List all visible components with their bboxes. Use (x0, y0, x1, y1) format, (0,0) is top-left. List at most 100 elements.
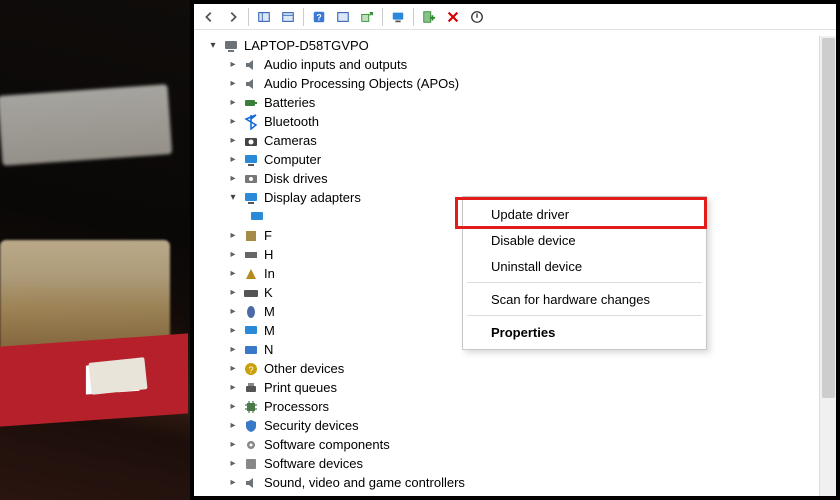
shield-icon (242, 418, 260, 434)
expand-icon[interactable]: ▸ (226, 248, 240, 262)
expand-icon[interactable]: ▸ (226, 58, 240, 72)
toolbar-separator (303, 8, 304, 26)
expand-icon[interactable]: ▸ (226, 153, 240, 167)
item-label: Other devices (264, 359, 344, 378)
expand-icon[interactable]: ▸ (226, 419, 240, 433)
uninstall-button[interactable] (442, 7, 464, 27)
item-label: F (264, 226, 272, 245)
expand-icon[interactable]: ▸ (226, 457, 240, 471)
ctx-update-driver[interactable]: Update driver (465, 201, 704, 227)
item-label: Sound, video and game controllers (264, 473, 465, 492)
action-pane-button[interactable] (253, 7, 275, 27)
toolbar: ? (194, 4, 836, 30)
item-label: M (264, 321, 275, 340)
expand-icon[interactable]: ▸ (226, 77, 240, 91)
tree-item-batteries[interactable]: ▸ Batteries (206, 93, 819, 112)
bg-papers (0, 84, 172, 166)
item-label: Disk drives (264, 169, 328, 188)
item-label: H (264, 245, 273, 264)
generic-icon (242, 247, 260, 263)
expand-icon[interactable]: ▸ (226, 362, 240, 376)
item-label: Audio Processing Objects (APOs) (264, 74, 459, 93)
expand-icon[interactable]: ▸ (226, 134, 240, 148)
desktop-background: PL (0, 0, 190, 500)
item-label: Bluetooth (264, 112, 319, 131)
expand-icon[interactable]: ▸ (226, 400, 240, 414)
expand-icon[interactable]: ▸ (226, 495, 240, 497)
tree-item-diskdrives[interactable]: ▸ Disk drives (206, 169, 819, 188)
tree-item-software-devices[interactable]: ▸ Software devices (206, 454, 819, 473)
expand-icon[interactable]: ▾ (226, 191, 240, 205)
network-icon (242, 342, 260, 358)
expand-icon[interactable]: ▸ (226, 438, 240, 452)
item-label: Processors (264, 397, 329, 416)
ctx-uninstall-device[interactable]: Uninstall device (465, 253, 704, 279)
tree-item-other-devices[interactable]: ▸ ? Other devices (206, 359, 819, 378)
item-label (270, 207, 274, 226)
properties-button[interactable] (332, 7, 354, 27)
expand-icon[interactable]: ▸ (226, 267, 240, 281)
expand-icon[interactable]: ▸ (226, 172, 240, 186)
monitor-icon (242, 323, 260, 339)
ctx-item-label: Uninstall device (491, 259, 582, 274)
computer-icon (222, 38, 240, 54)
help-button[interactable]: ? (308, 7, 330, 27)
expand-icon[interactable]: ▸ (226, 476, 240, 490)
ctx-separator (467, 315, 702, 316)
storage-icon (242, 494, 260, 497)
svg-text:?: ? (248, 365, 253, 375)
expand-icon[interactable]: ▸ (226, 229, 240, 243)
expand-icon[interactable]: ▾ (206, 39, 220, 53)
tree-item-bluetooth[interactable]: ▸ Bluetooth (206, 112, 819, 131)
expand-icon[interactable]: ▸ (226, 115, 240, 129)
expand-icon[interactable]: ▸ (226, 324, 240, 338)
speaker-icon (242, 475, 260, 491)
ctx-separator (467, 282, 702, 283)
gear-icon (242, 437, 260, 453)
tree-item-print-queues[interactable]: ▸ Print queues (206, 378, 819, 397)
camera-icon (242, 133, 260, 149)
tree-root[interactable]: ▾ LAPTOP-D58TGVPO (206, 36, 819, 55)
item-label: Security devices (264, 416, 359, 435)
item-label: Storage controllers (264, 492, 373, 496)
toolbar-separator (382, 8, 383, 26)
speaker-icon (242, 57, 260, 73)
item-label: Software devices (264, 454, 363, 473)
item-label: Audio inputs and outputs (264, 55, 407, 74)
tree-item-storage-controllers[interactable]: ▸ Storage controllers (206, 492, 819, 496)
keyboard-icon (242, 285, 260, 301)
add-legacy-button[interactable] (418, 7, 440, 27)
ctx-properties[interactable]: Properties (465, 319, 704, 345)
tree-item-cameras[interactable]: ▸ Cameras (206, 131, 819, 150)
item-label: Cameras (264, 131, 317, 150)
context-menu: Update driver Disable device Uninstall d… (462, 196, 707, 350)
scan-computer-button[interactable] (387, 7, 409, 27)
ctx-disable-device[interactable]: Disable device (465, 227, 704, 253)
generic-icon (242, 266, 260, 282)
ctx-item-label: Properties (491, 325, 555, 340)
ctx-scan-hardware[interactable]: Scan for hardware changes (465, 286, 704, 312)
expand-icon[interactable]: ▸ (226, 305, 240, 319)
display-adapter-icon (248, 209, 266, 225)
expand-icon[interactable]: ▸ (226, 343, 240, 357)
expand-icon[interactable]: ▸ (226, 381, 240, 395)
console-tree-button[interactable] (277, 7, 299, 27)
tree-item-computer[interactable]: ▸ Computer (206, 150, 819, 169)
ctx-item-label: Update driver (491, 207, 569, 222)
vertical-scrollbar[interactable] (819, 36, 836, 496)
display-adapter-icon (242, 190, 260, 206)
item-label: Display adapters (264, 188, 361, 207)
nav-back-button[interactable] (198, 7, 220, 27)
expand-icon[interactable]: ▸ (226, 286, 240, 300)
tree-item-apos[interactable]: ▸ Audio Processing Objects (APOs) (206, 74, 819, 93)
tree-item-sound-video-game[interactable]: ▸ Sound, video and game controllers (206, 473, 819, 492)
tree-item-audio-io[interactable]: ▸ Audio inputs and outputs (206, 55, 819, 74)
expand-icon[interactable]: ▸ (226, 96, 240, 110)
disable-device-button[interactable] (466, 7, 488, 27)
update-driver-button[interactable] (356, 7, 378, 27)
tree-item-security-devices[interactable]: ▸ Security devices (206, 416, 819, 435)
tree-item-software-components[interactable]: ▸ Software components (206, 435, 819, 454)
nav-forward-button[interactable] (222, 7, 244, 27)
tree-item-processors[interactable]: ▸ Processors (206, 397, 819, 416)
scrollbar-thumb[interactable] (822, 38, 835, 398)
